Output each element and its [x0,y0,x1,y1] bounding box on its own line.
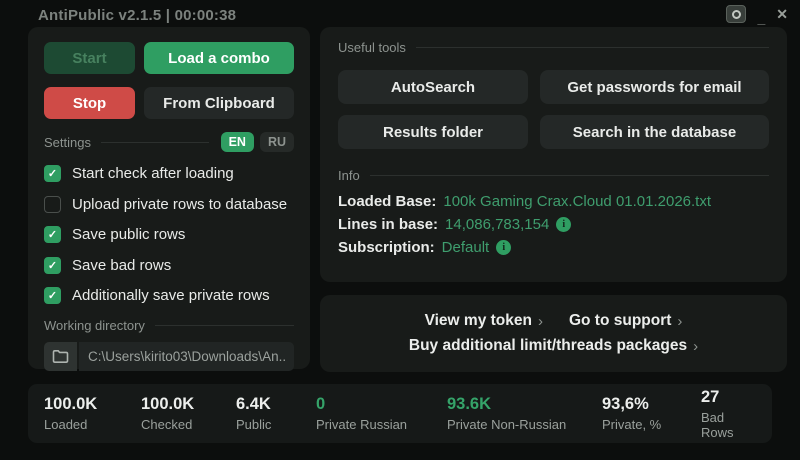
divider [100,141,209,143]
subscription-key: Subscription: [338,239,435,256]
stat-label: Private, % [602,417,662,432]
minimize-button[interactable]: _ [757,6,765,25]
load-combo-button[interactable]: Load a combo [144,42,294,74]
stat-value: 100.0K [44,395,98,413]
subscription-row: Subscription: Default i [338,239,769,256]
checkbox-icon[interactable]: ✓ [44,165,61,182]
stop-button[interactable]: Stop [44,87,135,119]
go-to-support-link[interactable]: Go to support › [569,312,682,330]
language-toggle-en[interactable]: EN [220,132,254,152]
loaded-base-row: Loaded Base: 100k Gaming Crax.Cloud 01.0… [338,193,769,210]
checkbox-additionally-save-private-rows[interactable]: ✓ Additionally save private rows [44,287,294,304]
window-controls: _ ✕ [726,3,788,25]
links-panel: View my token › Go to support › Buy addi… [320,295,787,372]
circle-icon [731,9,741,19]
stat-private-percent: 93,6% Private, % [602,395,701,432]
get-passwords-button[interactable]: Get passwords for email [540,70,769,104]
stat-value: 93,6% [602,395,649,413]
stat-value: 100.0K [141,395,195,413]
chevron-right-icon: › [693,337,699,355]
info-label: Info [338,168,360,183]
checkbox-label: Additionally save private rows [72,287,270,304]
checkbox-icon[interactable]: ✓ [44,195,61,213]
divider [154,324,294,326]
info-icon[interactable]: i [496,240,512,255]
chevron-right-icon: › [677,312,683,330]
working-directory-input[interactable] [79,341,294,371]
stat-value: 0 [316,395,326,413]
checkbox-icon[interactable]: ✓ [44,287,61,304]
stat-label: Private Non-Russian [447,417,567,432]
useful-tools-label: Useful tools [338,40,406,55]
checkbox-save-public-rows[interactable]: ✓ Save public rows [44,226,294,243]
divider [415,47,769,48]
lines-in-base-row: Lines in base: 14,086,783,154 i [338,216,769,233]
settings-label: Settings [44,134,91,150]
window-title: AntiPublic v2.1.5 | 00:00:38 [38,7,237,24]
stat-bad-rows: 27 Bad Rows [701,388,756,440]
stats-bar: 100.0K Loaded 100.0K Checked 6.4K Public… [28,384,772,443]
working-directory-header: Working directory [44,318,294,333]
stat-label: Private Russian [316,417,408,432]
search-database-button[interactable]: Search in the database [540,115,769,149]
stat-private-russian: 0 Private Russian [316,395,447,432]
checkbox-label: Save public rows [72,226,186,243]
checkbox-label: Upload private rows to database [72,195,288,213]
working-directory-label: Working directory [44,317,145,333]
info-icon[interactable]: i [556,217,572,232]
language-toggle-ru[interactable]: RU [259,132,294,152]
folder-icon [52,349,69,363]
stat-label: Checked [141,417,193,432]
checkbox-icon[interactable]: ✓ [44,256,61,274]
stat-label: Loaded [44,417,88,432]
subscription-value: Default [441,239,490,256]
lines-in-base-value: 14,086,783,154 [445,216,550,233]
loaded-base-value: 100k Gaming Crax.Cloud 01.01.2026.txt [443,193,712,210]
link-label: Buy additional limit/threads packages [408,337,688,354]
stat-private-non-russian: 93.6K Private Non-Russian [447,395,602,432]
stat-value: 6.4K [236,395,271,413]
circle-window-button[interactable] [726,5,747,23]
link-label: Go to support [568,312,672,329]
buy-packages-link[interactable]: Buy additional limit/threads packages › [409,337,698,355]
close-button[interactable]: ✕ [776,6,788,23]
link-label: View my token [424,312,532,329]
tools-panel: Useful tools AutoSearch Get passwords fo… [320,27,787,282]
lines-in-base-key: Lines in base: [338,216,439,233]
stat-label: Public [236,417,272,432]
chevron-right-icon: › [537,312,543,330]
checkbox-label: Save bad rows [72,256,172,274]
stat-value: 93.6K [447,395,492,413]
stat-value: 27 [701,387,720,406]
autosearch-button[interactable]: AutoSearch [338,70,528,104]
checkbox-upload-private-rows[interactable]: ✓ Upload private rows to database [44,195,294,213]
stat-checked: 100.0K Checked [141,395,236,432]
info-header: Info [338,168,769,183]
start-button[interactable]: Start [44,42,135,74]
view-my-token-link[interactable]: View my token › [425,312,543,330]
settings-checkbox-list: ✓ Start check after loading ✓ Upload pri… [44,165,294,304]
settings-header: Settings EN RU [44,132,294,152]
stat-public: 6.4K Public [236,395,316,432]
browse-folder-button[interactable] [44,341,77,371]
checkbox-icon[interactable]: ✓ [44,226,61,243]
from-clipboard-button[interactable]: From Clipboard [144,87,294,119]
useful-tools-header: Useful tools [338,40,769,55]
checkbox-save-bad-rows[interactable]: ✓ Save bad rows [44,256,294,274]
control-panel: Start Load a combo Stop From Clipboard S… [28,27,310,371]
loaded-base-key: Loaded Base: [338,193,437,210]
stat-loaded: 100.0K Loaded [44,395,141,432]
stat-label: Bad Rows [701,409,734,440]
divider [369,175,769,176]
checkbox-start-check-after-loading[interactable]: ✓ Start check after loading [44,165,294,182]
checkbox-label: Start check after loading [72,165,234,182]
results-folder-button[interactable]: Results folder [338,115,528,149]
